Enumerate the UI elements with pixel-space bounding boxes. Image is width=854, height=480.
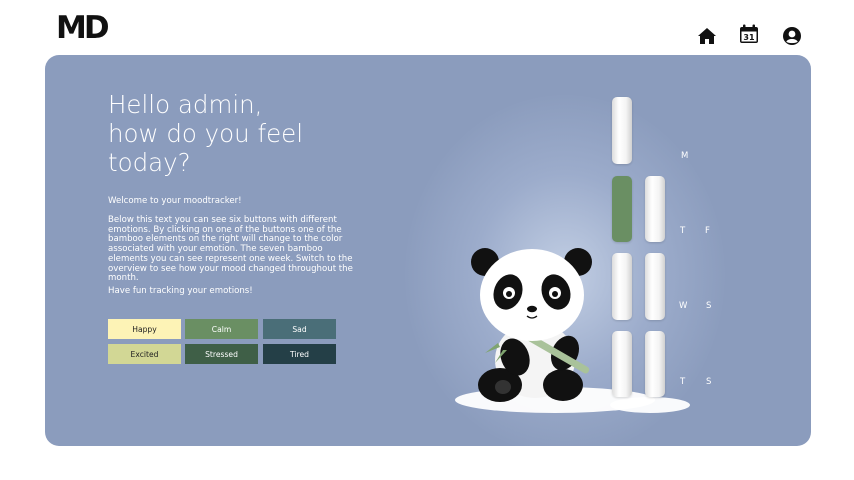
description-text: Below this text you can see six buttons … bbox=[108, 215, 353, 284]
day-label-sunday: S bbox=[706, 377, 712, 387]
panda-illustration bbox=[455, 248, 690, 413]
day-label-wednesday: W bbox=[679, 301, 688, 311]
mood-button-sad[interactable]: Sad bbox=[263, 319, 336, 339]
home-icon[interactable] bbox=[697, 26, 717, 46]
mood-card: Hello admin, how do you feel today? Welc… bbox=[45, 55, 811, 446]
logo[interactable]: MD bbox=[56, 10, 110, 46]
greeting-line: how do you feel bbox=[108, 119, 304, 148]
mood-button-stressed[interactable]: Stressed bbox=[185, 344, 258, 364]
day-label-saturday: S bbox=[706, 301, 712, 311]
bamboo-segment-saturday bbox=[645, 253, 665, 320]
mood-button-tired[interactable]: Tired bbox=[263, 344, 336, 364]
day-label-thursday: T bbox=[680, 377, 686, 387]
day-label-friday: F bbox=[705, 226, 710, 236]
calendar-day-number: 31 bbox=[743, 33, 755, 42]
mood-button-excited[interactable]: Excited bbox=[108, 344, 181, 364]
day-label-monday: M bbox=[681, 151, 689, 161]
mood-button-happy[interactable]: Happy bbox=[108, 319, 181, 339]
greeting-line: today? bbox=[108, 148, 191, 177]
bamboo-segment-friday bbox=[645, 176, 665, 242]
greeting-heading: Hello admin, how do you feel today? bbox=[108, 90, 388, 177]
bamboo-segment-wednesday bbox=[612, 253, 632, 320]
user-icon[interactable] bbox=[782, 26, 802, 46]
bamboo-segment-tuesday bbox=[612, 176, 632, 242]
day-label-tuesday: T bbox=[680, 226, 686, 236]
mood-button-calm[interactable]: Calm bbox=[185, 319, 258, 339]
greeting-line: Hello admin, bbox=[108, 90, 263, 119]
bamboo-segment-monday bbox=[612, 97, 632, 164]
bamboo-segment-thursday bbox=[612, 331, 632, 397]
calendar-icon[interactable]: 31 bbox=[739, 24, 759, 44]
closing-text: Have fun tracking your emotions! bbox=[108, 286, 253, 296]
bamboo-segment-sunday bbox=[645, 331, 665, 397]
welcome-text: Welcome to your moodtracker! bbox=[108, 196, 242, 206]
